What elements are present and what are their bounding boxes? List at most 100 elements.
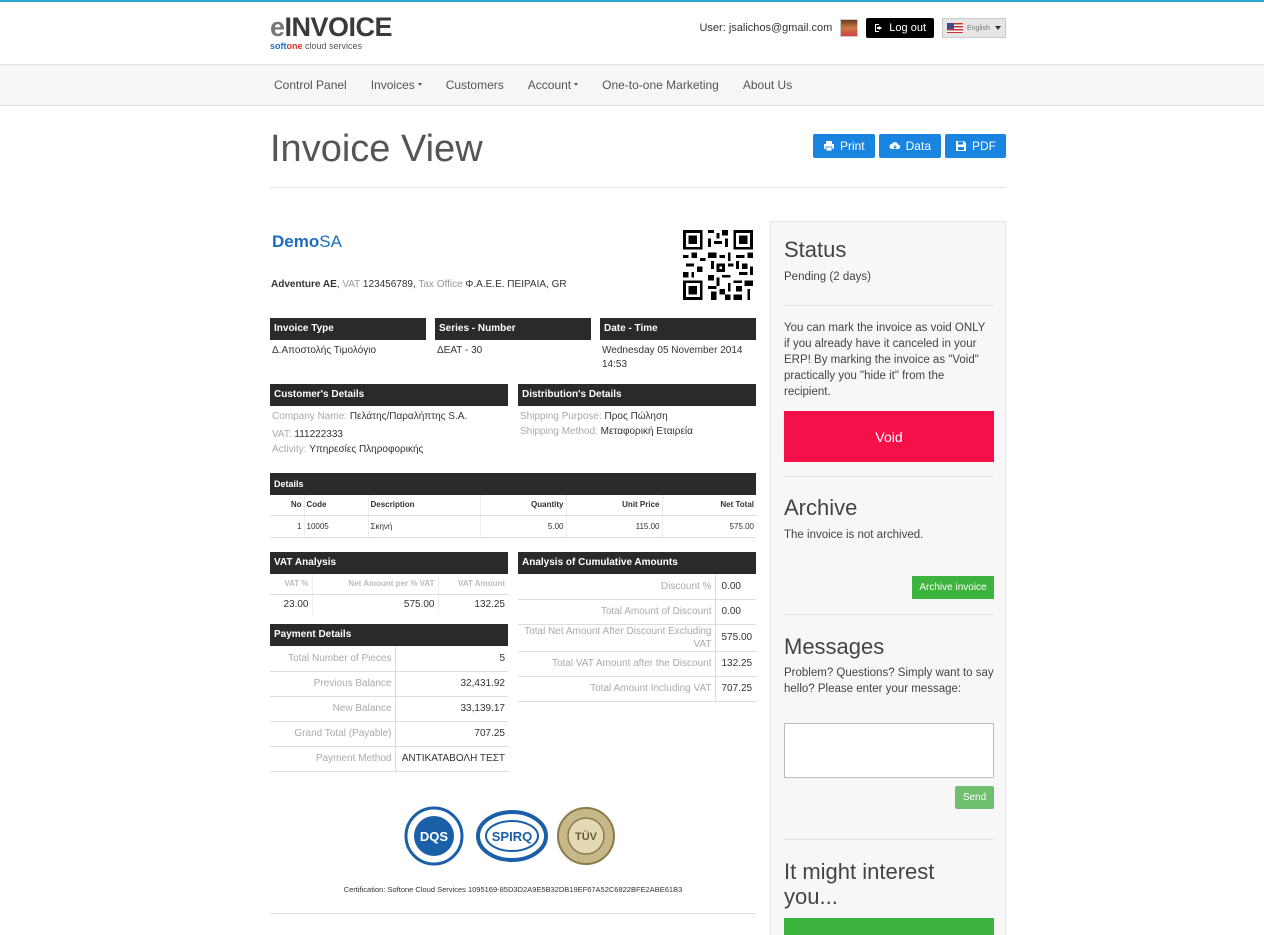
details-header: Details (270, 473, 756, 495)
sidebar: Status Pending (2 days) You can mark the… (770, 221, 1006, 935)
issuer-logo-demo: Demo (272, 232, 320, 251)
cell-no: 1 (270, 515, 304, 538)
user-bar: User: jsalichos@gmail.com Log out Englis… (699, 18, 1006, 38)
send-button[interactable]: Send (955, 786, 994, 809)
divider (784, 839, 994, 840)
nav-item-label: One-to-one Marketing (602, 78, 719, 92)
message-textarea[interactable] (784, 723, 994, 778)
data-button[interactable]: Data (878, 134, 941, 158)
cell-quantity: 5.00 (479, 515, 566, 538)
header: eINVOICE softone cloud services User: js… (0, 2, 1264, 64)
tax-office: Φ.Α.Ε.Ε. ΠΕΙΡΑΙΑ, GR (465, 279, 567, 290)
dqs-seal: DQS (404, 806, 464, 866)
certification-seals: DQS SPIRQ TÜV (400, 806, 616, 866)
status-value: Pending (2 days) (784, 271, 871, 283)
activity-value: Υπηρεσίες Πληροφορικής (309, 444, 424, 455)
shipping-method-row: Shipping Method: Μεταφορική Εταιρεία (518, 424, 756, 439)
invoice-type-value: Δ.Αποστολής Τιμολόγιο (272, 345, 377, 356)
qr-code (683, 230, 753, 300)
table-row: Total Net Amount After Discount Excludin… (518, 624, 756, 652)
cumulative-table: Discount % 0.00 Total Amount of Discount 0.… (518, 574, 756, 702)
col-vat-amount: VAT Amount (437, 574, 508, 595)
datetime-block: Date - Time Wednesday 05 November 2014 1… (600, 318, 756, 376)
customer-activity-row: Activity: Υπηρεσίες Πληροφορικής (270, 442, 508, 457)
cell-description: Σκηνή (367, 515, 480, 538)
interest-heading: It might interest you... (784, 859, 934, 909)
issuer-logo-sa: SA (319, 232, 342, 251)
spirq-text: SPIRQ (492, 829, 532, 844)
archive-title: Archive (784, 495, 858, 520)
save-icon (956, 141, 966, 151)
payment-header: Payment Details (270, 624, 508, 646)
interest-button[interactable] (784, 918, 994, 935)
pdf-button[interactable]: PDF (945, 134, 1006, 158)
tuv-seal: TÜV (557, 807, 615, 865)
col-vat-pct: VAT % (270, 574, 312, 595)
cumulative-block: Analysis of Cumulative Amounts Discount … (518, 552, 756, 702)
avatar[interactable] (840, 19, 859, 37)
table-row: Total Number of Pieces 5 (270, 646, 508, 672)
nav-item-about-us[interactable]: About Us (731, 78, 804, 92)
col-net-total: Net Total (661, 495, 756, 516)
print-button[interactable]: Print (812, 134, 875, 158)
nav-item-control-panel[interactable]: Control Panel (262, 78, 359, 92)
activity-label: Activity: (272, 444, 307, 455)
vat-analysis-header: VAT Analysis (270, 552, 508, 574)
language-select[interactable]: English (942, 18, 1006, 38)
nav-item-invoices[interactable]: Invoices (359, 78, 434, 92)
row-value: 707.25 (395, 721, 508, 747)
nav-item-one-to-one-marketing[interactable]: One-to-one Marketing (590, 78, 731, 92)
void-button[interactable]: Void (784, 411, 994, 462)
logo-soft: soft (270, 41, 287, 51)
nav-item-label: Invoices (370, 78, 415, 92)
nav-item-account[interactable]: Account (516, 78, 590, 92)
col-code: Code (303, 495, 368, 516)
chevron-down-icon (995, 26, 1001, 30)
title-divider (270, 187, 1006, 188)
cell-net: 575.00 (311, 594, 438, 614)
customer-vat-row: VAT: 111222333 (270, 427, 508, 442)
user-label: User: jsalichos@gmail.com (699, 22, 833, 34)
divider (784, 305, 994, 306)
cell-code: 10005 (303, 515, 368, 538)
distribution-header: Distribution's Details (518, 384, 756, 406)
table-row: Previous Balance 32,431.92 (270, 671, 508, 697)
archive-invoice-button[interactable]: Archive invoice (912, 576, 994, 599)
logout-button[interactable]: Log out (866, 18, 934, 38)
main-nav: Control Panel Invoices Customers Account One… (0, 64, 1264, 106)
tuv-text: TÜV (575, 830, 598, 843)
nav-item-customers[interactable]: Customers (434, 78, 516, 92)
table-row: 23.00 575.00 132.25 (270, 594, 508, 614)
logo-main: INVOICE (284, 12, 393, 42)
shipping-method-label: Shipping Method: (520, 426, 598, 437)
einvoice-logo[interactable]: eINVOICE softone cloud services (270, 12, 393, 52)
interest-line-1: It might interest (784, 859, 935, 884)
table-row: 1 10005 Σκηνή 5.00 115.00 575.00 (270, 515, 756, 538)
invoice-type-block: Invoice Type Δ.Αποστολής Τιμολόγιο (270, 318, 426, 362)
language-label: English (967, 24, 990, 32)
col-no: No (270, 495, 304, 516)
issuer-vat-label: VAT (342, 279, 361, 290)
shipping-purpose-value: Προς Πώληση (604, 411, 668, 422)
tax-office-label: Tax Office (418, 279, 463, 290)
row-label: Total Amount of Discount (518, 599, 716, 625)
cloud-download-icon (889, 142, 900, 150)
row-value: ΑΝΤΙΚΑΤΑΒΟΛΗ ΤΕΣΤ (395, 746, 508, 772)
row-label: Total Amount Including VAT (518, 676, 716, 702)
print-icon (823, 141, 834, 152)
cell-vat-pct: 23.00 (283, 598, 309, 610)
logo-e: e (270, 12, 285, 42)
row-value: 32,431.92 (395, 671, 508, 697)
shipping-purpose-label: Shipping Purpose: (520, 411, 602, 422)
nav-item-label: Account (527, 78, 572, 92)
col-description: Description (367, 495, 480, 516)
dqs-text: DQS (420, 829, 449, 844)
table-row: Discount % 0.00 (518, 574, 756, 600)
company-label: Company Name: (272, 411, 348, 422)
series-value: ΔΕΑΤ - 30 (437, 345, 483, 356)
row-value: 0.00 (715, 574, 756, 600)
details-header-row: No Code Description Quantity Unit Price … (270, 495, 756, 516)
payment-block: Payment Details Total Number of Pieces 5 P… (270, 624, 508, 772)
row-label: Discount % (518, 574, 716, 600)
issuer-vat: 123456789 (362, 279, 413, 290)
